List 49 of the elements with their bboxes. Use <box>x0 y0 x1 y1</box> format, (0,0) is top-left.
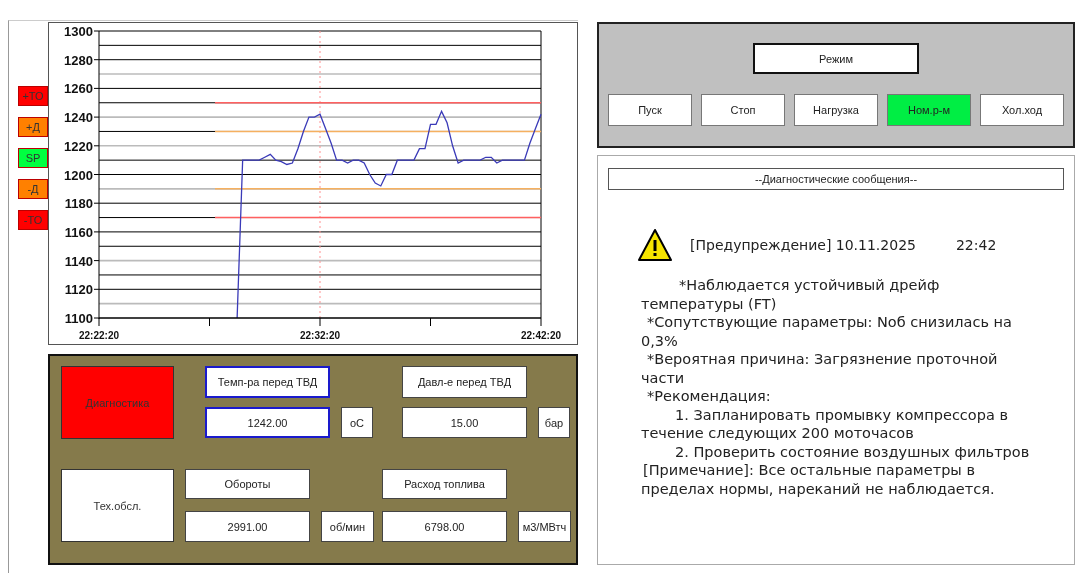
parameter-label: Темп-ра перед ТВД <box>205 366 330 398</box>
maintenance-button[interactable]: Тех.обсл. <box>61 469 174 542</box>
y-tick-label: 1300 <box>64 24 93 39</box>
diagnostics-header: --Диагностические сообщения-- <box>608 168 1064 190</box>
message-text: *Наблюдается устойчивый дрейф температуры (FT) <box>641 276 941 313</box>
message-text: 1. Запланировать промывку компрессора в течение следующих 200 моточасов <box>641 405 1009 443</box>
unit-label: об/мин <box>321 511 374 542</box>
unit-label: бар <box>538 407 570 438</box>
message-text: *Сопутствующие параметры: Nоб снизилась на 0,3% <box>641 313 1013 350</box>
y-tick-label: 1160 <box>64 224 93 240</box>
limit-badge: +ТО <box>18 86 48 106</box>
x-tick-label: 22:32:20 <box>300 330 340 341</box>
x-tick-label: 22:22:20 <box>79 330 119 341</box>
y-tick-label: 1240 <box>64 110 93 126</box>
y-tick-label: 1100 <box>64 311 93 326</box>
message-time: 22:42 <box>955 237 997 253</box>
y-tick-label: 1120 <box>64 282 93 298</box>
warning-icon <box>638 228 672 262</box>
message-text: 2. Проверить состояние воздушных фильтров <box>674 442 1031 461</box>
message-title: [Предупреждение] 10.11.2025 <box>690 237 916 253</box>
limit-badge: +Д <box>18 117 48 137</box>
message-text: *Рекомендация: <box>646 387 772 406</box>
mode-button[interactable]: Нагрузка <box>794 94 878 126</box>
mode-button[interactable]: Стоп <box>701 94 785 126</box>
y-tick-label: 1140 <box>64 253 93 269</box>
parameter-label: Давл-е перед ТВД <box>402 366 527 398</box>
mode-button[interactable]: Хол.ход <box>980 94 1064 126</box>
parameter-value: 6798.00 <box>382 511 507 542</box>
limit-badge: SP <box>18 148 48 168</box>
limit-badge: -Д <box>18 179 48 199</box>
mode-button[interactable]: Ном.р-м <box>887 94 971 126</box>
x-tick-label: 22:42:20 <box>521 330 561 341</box>
message-text: [Примечание]: Все остальные параметры в пределах нормы, нареканий не наблюдается. <box>641 461 996 498</box>
parameter-value: 15.00 <box>402 407 527 438</box>
unit-label: м3/МВтч <box>518 511 571 542</box>
mode-button[interactable]: Пуск <box>608 94 692 126</box>
limit-badge: -ТО <box>18 210 48 230</box>
y-tick-label: 1200 <box>64 167 93 183</box>
y-tick-label: 1260 <box>64 81 93 97</box>
unit-label: оС <box>341 407 373 438</box>
parameter-label: Обороты <box>185 469 310 499</box>
parameter-label: Расход топлива <box>382 469 507 499</box>
y-tick-label: 1180 <box>64 196 93 212</box>
y-tick-label: 1220 <box>64 138 93 154</box>
y-tick-label: 1280 <box>64 52 93 68</box>
mode-title: Режим <box>753 43 919 74</box>
parameter-value: 2991.00 <box>185 511 310 542</box>
message-text: *Вероятная причина: Загрязнение проточной части <box>641 350 999 387</box>
parameter-value: 1242.00 <box>205 407 330 438</box>
